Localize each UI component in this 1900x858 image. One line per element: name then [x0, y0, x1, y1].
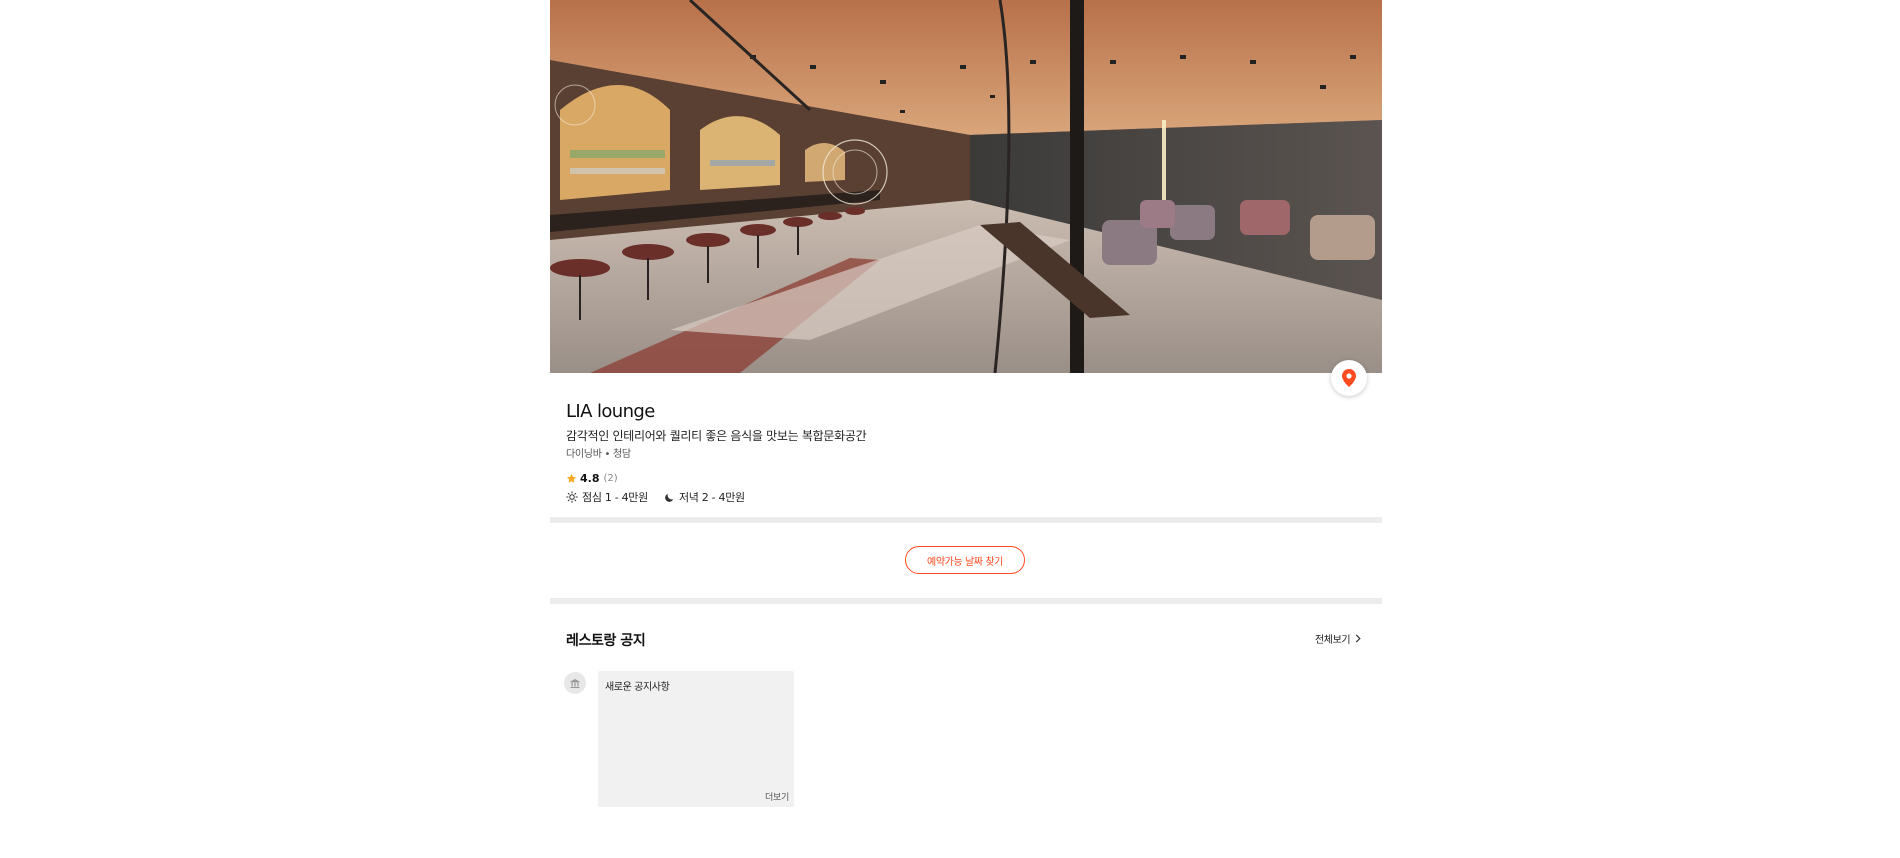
see-all-label: 전체보기 [1315, 635, 1351, 646]
rating-value: 4.8 [580, 471, 600, 485]
section-divider [550, 598, 1382, 604]
notice-text: 새로운 공지사항 [605, 682, 670, 693]
notice-more-link[interactable]: 더보기 [765, 790, 789, 803]
sun-icon [566, 491, 578, 503]
lunch-price: 점심 1 - 4만원 [566, 489, 648, 505]
find-available-dates-button[interactable]: 예약가능 날짜 찾기 [905, 546, 1025, 574]
restaurant-info: LIA lounge 감각적인 인테리어와 퀄리티 좋은 음식을 맛보는 복합문… [566, 400, 1326, 505]
star-icon [566, 473, 577, 483]
rating-row: 4.8 (2) [566, 471, 1326, 485]
moon-icon [665, 493, 674, 502]
review-count: (2) [603, 472, 618, 484]
lunch-price-text: 점심 1 - 4만원 [582, 491, 648, 504]
restaurant-building-icon [570, 679, 580, 688]
notice-card[interactable]: 새로운 공지사항 더보기 [598, 671, 794, 807]
map-location-button[interactable] [1331, 360, 1367, 396]
restaurant-name: LIA lounge [566, 401, 655, 422]
restaurant-description: 감각적인 인테리어와 퀄리티 좋은 음식을 맛보는 복합문화공간 [566, 429, 867, 443]
restaurant-avatar [564, 672, 586, 694]
price-row: 점심 1 - 4만원 저녁 2 - 4만원 [566, 489, 1326, 505]
section-divider [550, 517, 1382, 523]
restaurant-detail-page: LIA lounge 감각적인 인테리어와 퀄리티 좋은 음식을 맛보는 복합문… [550, 0, 1382, 858]
location-pin-icon [1342, 369, 1356, 387]
chevron-right-icon [1355, 634, 1361, 643]
restaurant-hero-image [550, 0, 1382, 373]
dinner-price-text: 저녁 2 - 4만원 [678, 491, 745, 504]
dinner-price: 저녁 2 - 4만원 [664, 489, 745, 505]
restaurant-category: 다이닝바 • 청담 [566, 449, 631, 460]
see-all-notices-link[interactable]: 전체보기 [1315, 631, 1361, 646]
notice-section-title: 레스토랑 공지 [566, 633, 646, 649]
